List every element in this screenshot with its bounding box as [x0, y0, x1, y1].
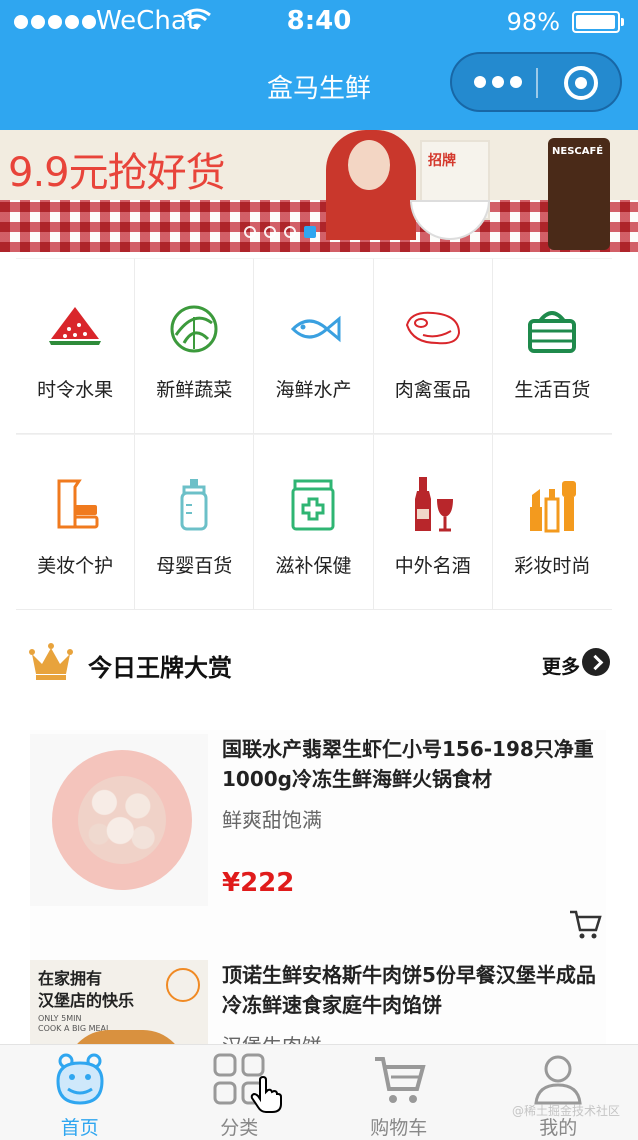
pager-dot[interactable]	[244, 226, 256, 238]
basket-icon	[528, 311, 577, 353]
tab-category[interactable]: 分类	[160, 1045, 320, 1140]
tab-bar: 首页 分类 购物车 我的	[0, 1044, 638, 1140]
more-link[interactable]: 更多	[542, 652, 580, 679]
product-card[interactable]: 国联水产翡翠生虾仁小号156-198只净重1000g冷冻生鲜海鲜火锅食材 鲜爽甜…	[30, 730, 606, 956]
banner-coffee-jar: NESCAFÉ	[548, 138, 610, 250]
category-vegetables[interactable]: 新鲜蔬菜	[135, 258, 255, 434]
battery-icon	[572, 11, 624, 33]
more-dots-icon[interactable]	[474, 76, 522, 88]
category-label: 彩妆时尚	[514, 555, 591, 577]
section-title: 今日王牌大赏	[88, 654, 232, 682]
thumb-ad-line: 汉堡店的快乐	[38, 991, 135, 1010]
category-label: 滋补保健	[275, 555, 352, 577]
baby-bottle-icon	[180, 479, 208, 531]
hippo-icon	[56, 1053, 104, 1105]
banner-headline: 9.9元抢好货	[8, 150, 226, 196]
product-image[interactable]: 在家拥有 汉堡店的快乐 ONLY 5MIN COOK A BIG MEAL	[30, 960, 208, 1044]
crown-icon	[29, 643, 73, 680]
chevron-right-icon[interactable]	[582, 648, 610, 676]
mini-program-capsule[interactable]	[450, 52, 622, 112]
capsule-divider	[536, 68, 538, 98]
meat-icon	[405, 311, 460, 345]
wine-icon	[414, 477, 453, 532]
tab-label: 分类	[220, 1117, 259, 1139]
top-bar: WeChat 8:40 98% 盒马生鲜	[0, 0, 638, 130]
section-header: 今日王牌大赏 更多	[0, 636, 638, 692]
product-image[interactable]	[30, 734, 208, 906]
cosmetics-icon	[57, 479, 99, 529]
category-label: 肉禽蛋品	[394, 379, 471, 401]
cart-icon	[374, 1057, 426, 1103]
tab-label: 购物车	[370, 1117, 428, 1139]
category-label: 中外名酒	[394, 555, 471, 577]
hand-cursor-icon	[250, 1076, 282, 1113]
product-title[interactable]: 国联水产翡翠生虾仁小号156-198只净重1000g冷冻生鲜海鲜火锅食材	[222, 734, 606, 794]
tablecloth-pattern	[0, 200, 638, 252]
pager-dot[interactable]	[264, 226, 276, 238]
category-beauty-care[interactable]: 美妆个护	[16, 434, 136, 610]
add-to-cart-icon[interactable]	[568, 908, 602, 940]
pager-dot-active[interactable]	[304, 226, 316, 238]
category-label: 新鲜蔬菜	[156, 379, 233, 401]
cabbage-icon	[170, 305, 218, 353]
category-wine[interactable]: 中外名酒	[373, 434, 493, 610]
target-icon[interactable]	[564, 66, 598, 100]
watermelon-icon	[49, 307, 102, 345]
status-bar: WeChat 8:40 98%	[0, 0, 638, 46]
thumb-ad-text: 在家拥有汉堡店的快乐	[38, 968, 134, 1012]
category-makeup[interactable]: 彩妆时尚	[492, 434, 612, 610]
tab-home[interactable]: 首页	[0, 1045, 160, 1140]
banner-jar-text: NESCAFÉ	[552, 146, 604, 157]
category-mother-baby[interactable]: 母婴百货	[135, 434, 255, 610]
watermark-text: @稀土掘金技术社区	[511, 1104, 620, 1118]
product-title[interactable]: 顶诺生鲜安格斯牛肉饼5份早餐汉堡半成品冷冻鲜速食家庭牛肉馅饼	[222, 960, 606, 1020]
user-icon	[534, 1055, 582, 1105]
product-subtitle: 汉堡牛肉饼	[222, 1030, 322, 1044]
battery-percent: 98%	[506, 8, 560, 36]
fish-icon	[291, 315, 341, 343]
category-label: 母婴百货	[156, 555, 233, 577]
category-label: 生活百货	[514, 379, 591, 401]
thumb-ad-small-line: ONLY 5MIN	[38, 1014, 82, 1023]
shrimp-plate-image	[52, 750, 192, 890]
promo-banner[interactable]: 9.9元抢好货 招牌 NESCAFÉ	[0, 130, 638, 252]
tab-cart[interactable]: 购物车	[319, 1045, 479, 1140]
product-subtitle: 鲜爽甜饱满	[222, 808, 322, 832]
category-label: 海鲜水产	[275, 379, 352, 401]
lipstick-icon	[530, 481, 577, 533]
category-label: 美妆个护	[37, 555, 114, 577]
banner-pack-text: 招牌	[428, 153, 456, 169]
category-daily-goods[interactable]: 生活百货	[492, 258, 612, 434]
category-fruit[interactable]: 时令水果	[16, 258, 136, 434]
tab-profile[interactable]: 我的	[479, 1045, 638, 1140]
category-grid: 时令水果 新鲜蔬菜 海鲜水产 肉禽蛋品 生活百货 美妆个护 母婴百货 滋补保健 …	[16, 258, 612, 610]
banner-pager[interactable]	[244, 226, 316, 238]
category-meat[interactable]: 肉禽蛋品	[373, 258, 493, 434]
banner-model-image	[326, 130, 416, 240]
medicine-box-icon	[291, 479, 335, 531]
tab-label: 首页	[60, 1117, 99, 1139]
product-list[interactable]: 国联水产翡翠生虾仁小号156-198只净重1000g冷冻生鲜海鲜火锅食材 鲜爽甜…	[30, 730, 606, 1044]
category-seafood[interactable]: 海鲜水产	[254, 258, 374, 434]
category-health[interactable]: 滋补保健	[254, 434, 374, 610]
timer-badge-icon	[166, 968, 200, 1002]
category-label: 时令水果	[37, 379, 114, 401]
product-price: ¥222	[222, 868, 295, 898]
product-card[interactable]: 在家拥有 汉堡店的快乐 ONLY 5MIN COOK A BIG MEAL 顶诺生鲜…	[30, 956, 606, 1044]
pager-dot[interactable]	[284, 226, 296, 238]
thumb-ad-line: 在家拥有	[38, 969, 103, 988]
